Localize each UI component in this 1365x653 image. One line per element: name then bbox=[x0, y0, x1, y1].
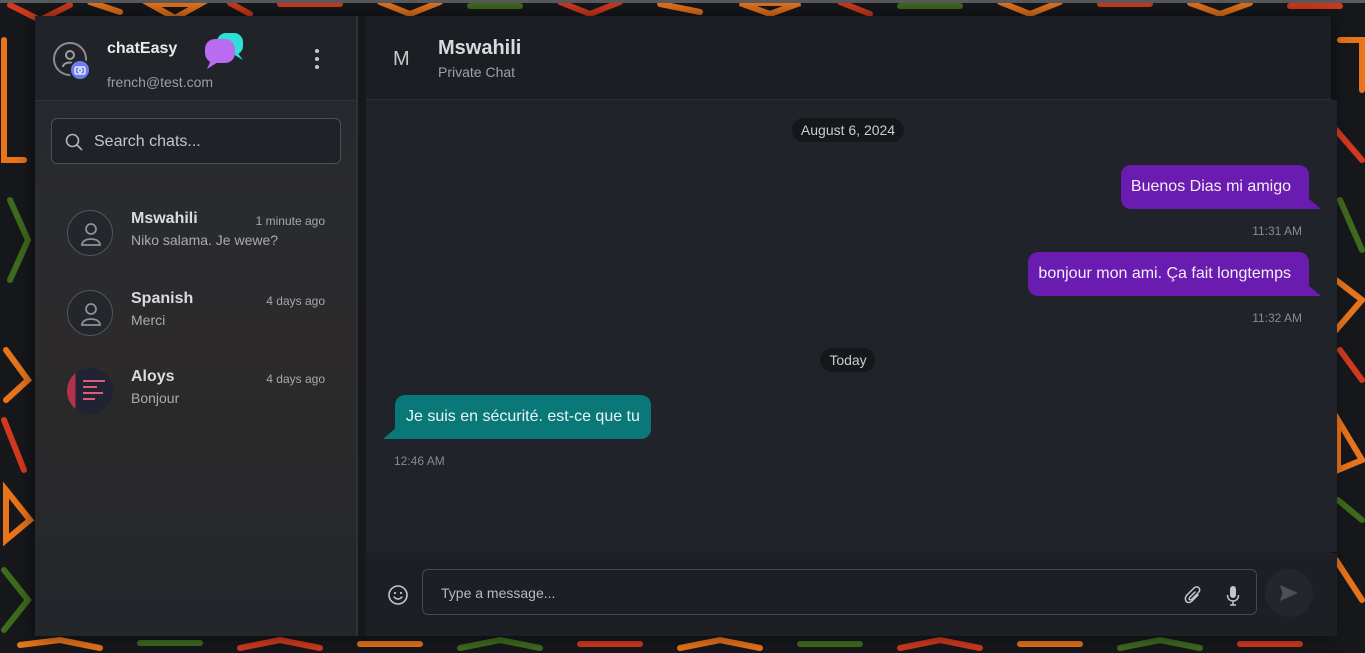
emoji-icon[interactable] bbox=[387, 584, 409, 606]
message-time: 12:46 AM bbox=[394, 454, 445, 468]
user-icon bbox=[81, 303, 101, 326]
chat-list-item[interactable]: Aloys 4 days ago Bonjour bbox=[35, 358, 357, 422]
chat-app-window: chatEasy french@test.com Search chats...… bbox=[35, 16, 1337, 636]
sidebar-header: chatEasy french@test.com bbox=[35, 16, 356, 101]
message-bubble-outgoing: Buenos Dias mi amigo bbox=[1120, 165, 1322, 209]
send-icon bbox=[1280, 585, 1298, 601]
chat-logo-icon bbox=[205, 33, 243, 69]
chat-time: 4 days ago bbox=[266, 372, 325, 386]
chat-name: Mswahili bbox=[131, 210, 198, 227]
contact-name: Mswahili bbox=[438, 37, 522, 59]
chat-preview: Bonjour bbox=[131, 390, 180, 406]
date-separator: August 6, 2024 bbox=[791, 118, 905, 142]
send-button[interactable] bbox=[1265, 569, 1313, 617]
microphone-icon[interactable] bbox=[1226, 585, 1240, 607]
conversation-panel: M Mswahili Private Chat August 6, 2024 B… bbox=[366, 16, 1337, 636]
message-time: 11:31 AM bbox=[1252, 224, 1302, 238]
message-time: 11:32 AM bbox=[1252, 311, 1302, 325]
chat-name: Aloys bbox=[131, 368, 175, 385]
date-separator: Today bbox=[820, 348, 876, 372]
chat-preview: Niko salama. Je wewe? bbox=[131, 232, 279, 248]
chat-list-item[interactable]: Mswahili 1 minute ago Niko salama. Je we… bbox=[35, 200, 357, 264]
contact-avatar: M bbox=[393, 48, 410, 70]
message-bubble-outgoing: bonjour mon ami. Ça fait longtemps bbox=[1028, 252, 1321, 296]
message-input[interactable] bbox=[439, 570, 1163, 616]
chat-type-label: Private Chat bbox=[438, 64, 516, 80]
avatar bbox=[67, 368, 113, 414]
more-vertical-icon[interactable] bbox=[307, 49, 327, 71]
app-name: chatEasy bbox=[107, 40, 178, 57]
chat-preview: Merci bbox=[131, 312, 166, 328]
chat-time: 4 days ago bbox=[266, 294, 325, 308]
sidebar: chatEasy french@test.com Search chats...… bbox=[35, 16, 358, 636]
avatar bbox=[67, 290, 113, 336]
user-icon bbox=[81, 223, 101, 246]
chat-name: Spanish bbox=[131, 290, 194, 307]
avatar bbox=[67, 210, 113, 256]
message-bubble-incoming: Je suis en sécurité. est-ce que tu bbox=[383, 395, 651, 439]
message-composer bbox=[366, 553, 1337, 636]
message-field[interactable] bbox=[422, 569, 1257, 616]
change-photo-button[interactable] bbox=[69, 59, 91, 81]
chat-list-item[interactable]: Spanish 4 days ago Merci bbox=[35, 280, 357, 344]
search-input[interactable] bbox=[92, 119, 336, 165]
camera-icon bbox=[74, 66, 86, 75]
message-list: August 6, 2024 Buenos Dias mi amigo 11:3… bbox=[366, 100, 1337, 552]
search-icon bbox=[65, 133, 83, 151]
chat-time: 1 minute ago bbox=[255, 214, 325, 228]
paperclip-icon[interactable] bbox=[1184, 586, 1202, 606]
conversation-header: M Mswahili Private Chat bbox=[366, 16, 1331, 100]
user-email: french@test.com bbox=[107, 74, 214, 90]
search-field[interactable] bbox=[51, 118, 341, 165]
